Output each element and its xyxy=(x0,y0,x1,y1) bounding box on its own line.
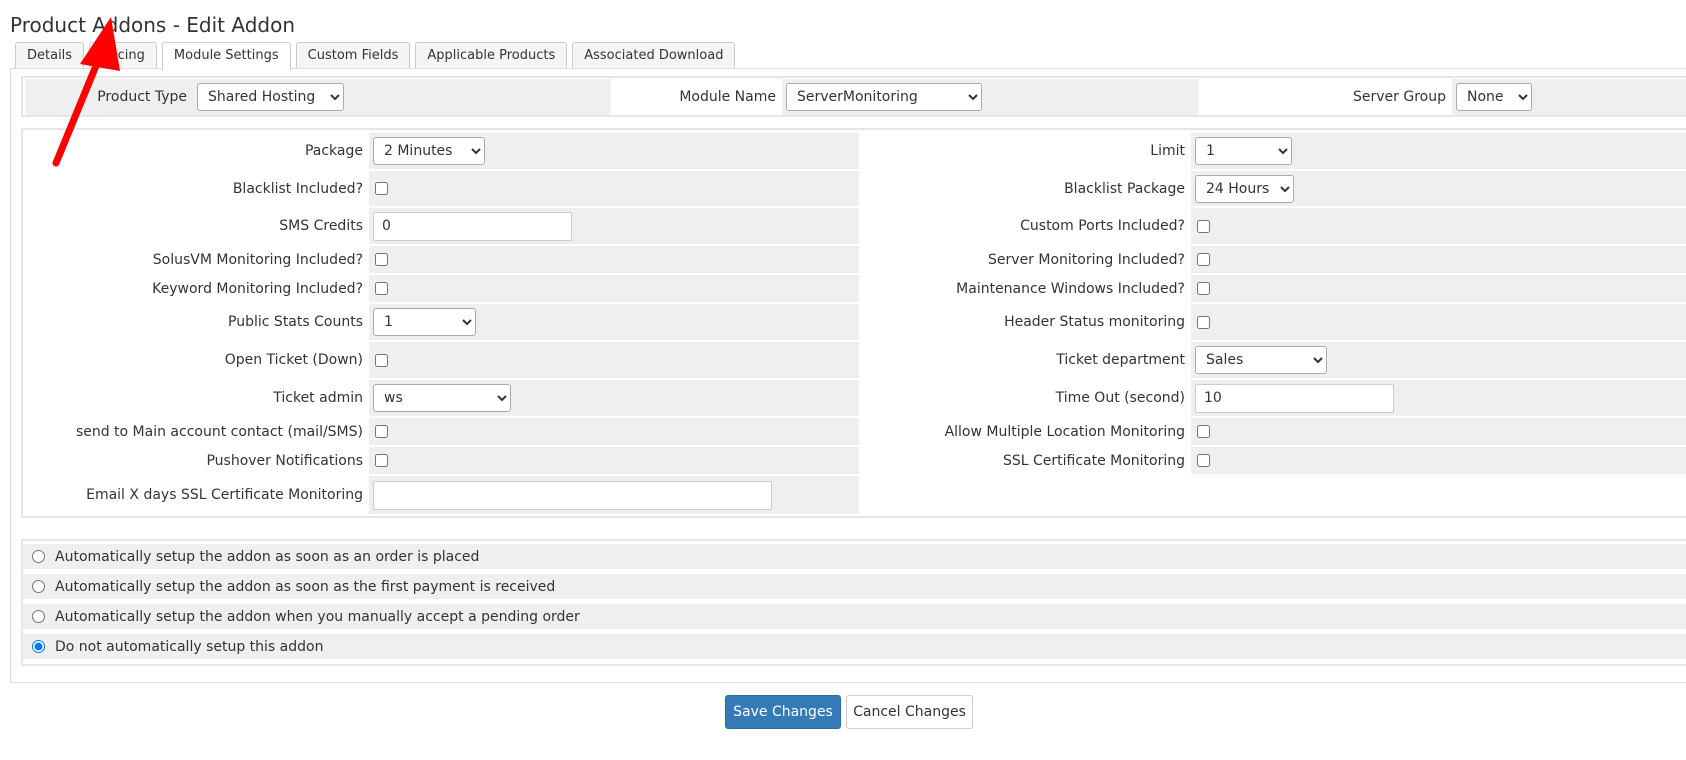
sms-credits-label: SMS Credits xyxy=(279,218,363,234)
tab-applicable-products[interactable]: Applicable Products xyxy=(415,42,568,69)
package-label: Package xyxy=(304,143,363,159)
ticket-department-select[interactable]: Sales xyxy=(1195,346,1327,374)
blacklist-included-label: Blacklist Included? xyxy=(232,180,363,197)
tab-pricing[interactable]: Pricing xyxy=(89,42,157,69)
limit-select[interactable]: 1 xyxy=(1195,137,1292,165)
send-main-contact-label: send to Main account contact (mail/SMS) xyxy=(75,423,363,440)
keyword-monitoring-label: Keyword Monitoring Included? xyxy=(152,280,363,297)
limit-label: Limit xyxy=(1150,143,1185,159)
tab-module-settings[interactable]: Module Settings xyxy=(161,42,291,70)
solusvm-checkbox[interactable] xyxy=(375,253,388,266)
no-auto-setup-label: Do not automatically setup this addon xyxy=(55,638,324,655)
email-ssl-label: Email X days SSL Certificate Monitoring xyxy=(86,487,363,503)
open-ticket-checkbox[interactable] xyxy=(375,353,388,367)
module-settings-panel: Product Type Shared Hosting Module Name … xyxy=(10,68,1686,683)
maintenance-windows-label: Maintenance Windows Included? xyxy=(956,280,1185,297)
timeout-input[interactable] xyxy=(1195,383,1394,413)
server-monitoring-label: Server Monitoring Included? xyxy=(988,251,1185,268)
setup-on-payment-radio[interactable] xyxy=(32,580,45,593)
module-name-label: Module Name xyxy=(679,89,776,105)
cancel-changes-button[interactable]: Cancel Changes xyxy=(846,695,973,729)
page-title: Product Addons - Edit Addon xyxy=(10,13,295,38)
module-config-box: Product Type Shared Hosting Module Name … xyxy=(21,76,1686,117)
product-type-select[interactable]: Shared Hosting xyxy=(197,83,344,111)
sms-credits-input[interactable] xyxy=(373,211,572,241)
blacklist-package-select[interactable]: 24 Hours xyxy=(1195,174,1294,203)
setup-on-order-radio[interactable] xyxy=(32,550,45,563)
header-status-label: Header Status monitoring xyxy=(1004,314,1185,330)
ticket-admin-label: Ticket admin xyxy=(273,390,363,406)
tab-details[interactable]: Details xyxy=(15,42,85,69)
timeout-label: Time Out (second) xyxy=(1055,390,1185,406)
custom-ports-label: Custom Ports Included? xyxy=(1020,218,1185,234)
setup-on-accept-radio[interactable] xyxy=(32,610,45,623)
blacklist-included-checkbox[interactable] xyxy=(375,182,388,195)
public-stats-select[interactable]: 1 xyxy=(373,308,476,336)
pushover-label: Pushover Notifications xyxy=(206,452,363,469)
ticket-admin-select[interactable]: ws xyxy=(373,384,511,412)
server-group-label: Server Group xyxy=(1353,89,1446,105)
tab-bar: Details Pricing Module Settings Custom F… xyxy=(15,42,740,70)
package-select[interactable]: 2 Minutes xyxy=(373,137,485,165)
keyword-monitoring-checkbox[interactable] xyxy=(375,282,388,295)
setup-option-row: Automatically setup the addon when you m… xyxy=(23,604,1686,629)
email-ssl-input[interactable] xyxy=(373,480,772,510)
allow-multi-location-checkbox[interactable] xyxy=(1197,425,1210,438)
module-name-select[interactable]: ServerMonitoring xyxy=(786,83,982,111)
no-auto-setup-radio[interactable] xyxy=(32,640,45,653)
setup-option-row: Automatically setup the addon as soon as… xyxy=(23,574,1686,599)
ssl-cert-label: SSL Certificate Monitoring xyxy=(1002,452,1185,469)
setup-option-row: Do not automatically setup this addon xyxy=(23,634,1686,659)
server-monitoring-checkbox[interactable] xyxy=(1197,253,1210,266)
blacklist-package-label: Blacklist Package xyxy=(1064,180,1185,197)
setup-on-accept-label: Automatically setup the addon when you m… xyxy=(55,608,580,625)
setup-option-row: Automatically setup the addon as soon as… xyxy=(23,544,1686,569)
module-settings-box: Package 2 Minutes Limit 1 Blacklist Incl… xyxy=(21,128,1686,518)
send-main-contact-checkbox[interactable] xyxy=(375,425,388,438)
header-status-checkbox[interactable] xyxy=(1197,315,1210,329)
server-group-select[interactable]: None xyxy=(1456,83,1532,111)
ticket-department-label: Ticket department xyxy=(1056,352,1185,368)
tab-associated-download[interactable]: Associated Download xyxy=(572,42,736,69)
setup-on-payment-label: Automatically setup the addon as soon as… xyxy=(55,578,556,595)
public-stats-label: Public Stats Counts xyxy=(228,314,363,330)
auto-setup-box: Automatically setup the addon as soon as… xyxy=(21,539,1686,666)
setup-on-order-label: Automatically setup the addon as soon as… xyxy=(55,548,480,565)
solusvm-label: SolusVM Monitoring Included? xyxy=(152,251,363,268)
custom-ports-checkbox[interactable] xyxy=(1197,219,1210,233)
product-type-label: Product Type xyxy=(97,89,187,105)
tab-custom-fields[interactable]: Custom Fields xyxy=(295,42,411,69)
allow-multi-location-label: Allow Multiple Location Monitoring xyxy=(944,423,1185,440)
maintenance-windows-checkbox[interactable] xyxy=(1197,282,1210,295)
ssl-cert-checkbox[interactable] xyxy=(1197,454,1210,467)
pushover-checkbox[interactable] xyxy=(375,454,388,467)
save-changes-button[interactable]: Save Changes xyxy=(725,695,841,729)
open-ticket-label: Open Ticket (Down) xyxy=(224,352,363,368)
